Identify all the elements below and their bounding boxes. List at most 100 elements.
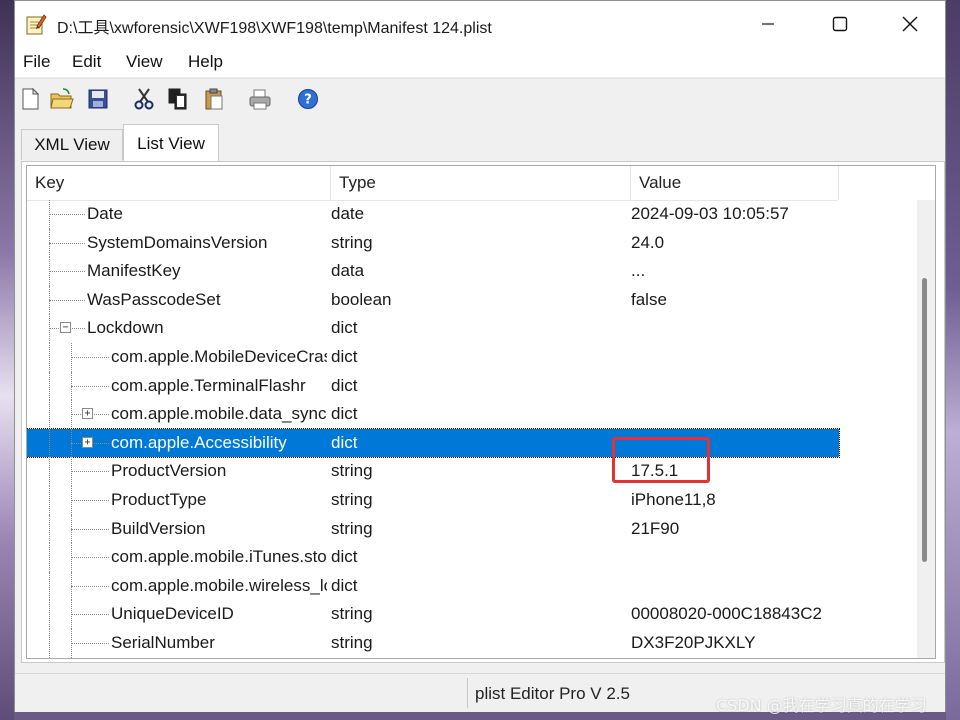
- cell-type: string: [331, 461, 373, 481]
- table-row[interactable]: SerialNumber string DX3F20PJKXLY: [27, 628, 839, 658]
- tree-branch-line: [71, 557, 109, 559]
- table-row[interactable]: com.apple.TerminalFlashr dict: [27, 371, 839, 401]
- desktop-background-left: [0, 0, 14, 720]
- cell-key: SerialNumber: [111, 632, 215, 652]
- cell-key: UniqueDeviceID: [111, 604, 234, 624]
- table-row[interactable]: com.apple.mobile.wireless_lockdowndict: [27, 571, 839, 601]
- svg-text:?: ?: [304, 93, 312, 108]
- table-row[interactable]: com.apple.MobileDeviceCrashCopydict: [27, 342, 839, 372]
- tree-branch-line: [71, 614, 109, 616]
- cell-key: com.apple.mobile.data_sync: [111, 404, 327, 424]
- cell-key: com.apple.Accessibility: [111, 432, 287, 452]
- menu-help[interactable]: Help: [188, 52, 223, 72]
- cell-value: [631, 543, 839, 572]
- watermark: CSDN @我在学习真的在学习: [716, 696, 927, 715]
- cell-type: dict: [331, 547, 358, 567]
- open-button[interactable]: [49, 85, 75, 113]
- cell-value: 21F90: [631, 518, 680, 538]
- cell-type: dict: [331, 318, 358, 338]
- app-window: D:\工具\xwforensic\XWF198\XWF198\temp\Mani…: [14, 0, 946, 712]
- table-row[interactable]: UniqueDeviceID string 00008020-000C18843C2: [27, 600, 839, 629]
- tree-branch-line: [49, 299, 85, 301]
- copy-icon: [168, 88, 187, 110]
- table-row[interactable]: BuildVersion string 21F90: [27, 514, 839, 544]
- tab-list-view[interactable]: List View: [123, 124, 219, 162]
- toolbar: ?: [15, 78, 945, 119]
- cell-type: data: [331, 261, 365, 281]
- vertical-scrollbar[interactable]: [917, 200, 935, 658]
- help-button[interactable]: ?: [295, 85, 321, 113]
- tree-guide-line: [49, 600, 50, 629]
- table-row[interactable]: Date date 2024-09-03 10:05:57: [27, 200, 839, 229]
- scrollbar-thumb[interactable]: [922, 278, 927, 562]
- table-row[interactable]: ManifestKey data...: [27, 257, 839, 286]
- table-row[interactable]: com.apple.mobile.iTunes.store dict: [27, 543, 839, 572]
- cell-value: [631, 343, 839, 372]
- save-button[interactable]: [85, 85, 111, 113]
- tree-guide-line: [49, 342, 50, 372]
- paste-button[interactable]: [201, 85, 227, 113]
- cell-key: com.apple.MobileDeviceCrashCopy: [111, 346, 327, 366]
- close-button[interactable]: [875, 1, 945, 47]
- collapse-node-button[interactable]: −: [60, 322, 71, 334]
- cell-value: [631, 314, 839, 343]
- new-file-button[interactable]: [17, 85, 43, 113]
- cut-button[interactable]: [131, 85, 157, 113]
- menu-view[interactable]: View: [126, 52, 163, 72]
- menu-edit[interactable]: Edit: [72, 52, 101, 72]
- table-row[interactable]: ProductType string iPhone11,8: [27, 485, 839, 515]
- tree-guide-line: [49, 400, 50, 429]
- cell-key: WasPasscodeSet: [87, 289, 221, 309]
- new-file-icon: [22, 87, 40, 110]
- table-row-selected[interactable]: + com.apple.Accessibility dict: [27, 427, 840, 459]
- copy-button[interactable]: [165, 85, 191, 113]
- tree-branch-line: [71, 356, 109, 358]
- cell-type: dict: [331, 346, 358, 366]
- cell-key: BuildVersion: [111, 518, 206, 538]
- tree-guide-line: [49, 428, 50, 458]
- cell-type: string: [331, 604, 373, 624]
- menu-file[interactable]: File: [23, 52, 50, 72]
- tree-guide-line: [49, 543, 50, 572]
- open-folder-icon: [50, 88, 74, 109]
- cell-key: com.apple.mobile.iTunes.store: [111, 547, 327, 567]
- cell-value: false: [631, 289, 667, 309]
- expand-node-button[interactable]: +: [82, 436, 93, 448]
- title-bar[interactable]: D:\工具\xwforensic\XWF198\XWF198\temp\Mani…: [15, 1, 945, 47]
- print-button[interactable]: [247, 85, 273, 113]
- close-icon: [902, 16, 918, 32]
- cell-value: [631, 572, 839, 601]
- tree-branch-line: [49, 214, 85, 215]
- column-header-value[interactable]: Value: [631, 166, 839, 200]
- cell-value: [631, 400, 839, 429]
- tree-branch-line: [71, 499, 109, 501]
- cell-type: dict: [331, 375, 358, 395]
- expand-node-button[interactable]: +: [82, 408, 93, 420]
- tree-branch-line: [49, 271, 85, 273]
- table-row[interactable]: ProductVersion string 17.5.1: [27, 457, 839, 486]
- cell-value: DX3F20PJKXLY: [631, 632, 756, 652]
- table-row[interactable]: WasPasscodeSet boolean false: [27, 285, 839, 315]
- column-header-key[interactable]: Key: [27, 166, 331, 200]
- cell-value: 24.0: [631, 232, 665, 252]
- cell-value: 00008020-000C18843C2: [631, 604, 822, 624]
- tab-xml-view[interactable]: XML View: [21, 129, 123, 160]
- tree-branch-line: [71, 528, 109, 530]
- help-icon: ?: [298, 89, 318, 109]
- table-row[interactable]: − Lockdown dict: [27, 314, 839, 343]
- column-header-type[interactable]: Type: [331, 166, 631, 200]
- cell-type: string: [331, 632, 373, 652]
- minimize-icon: [762, 23, 774, 25]
- cell-key: Lockdown: [87, 318, 164, 338]
- table-row[interactable]: SystemDomainsVersion string 24.0: [27, 228, 839, 258]
- cell-type: string: [331, 489, 373, 509]
- plist-list-view[interactable]: Key Type Value Date date 2024-09-03 10:05:…: [26, 165, 936, 659]
- table-row[interactable]: + com.apple.mobile.data_sync dict: [27, 400, 839, 429]
- minimize-button[interactable]: [733, 1, 803, 47]
- window-title: D:\工具\xwforensic\XWF198\XWF198\temp\Mani…: [57, 20, 492, 37]
- paste-icon: [205, 88, 223, 110]
- tree-guide-line: [49, 571, 50, 601]
- maximize-button[interactable]: [805, 1, 875, 47]
- tree-guide-line: [49, 628, 50, 658]
- cell-key: com.apple.mobile.wireless_lockdown: [111, 575, 327, 595]
